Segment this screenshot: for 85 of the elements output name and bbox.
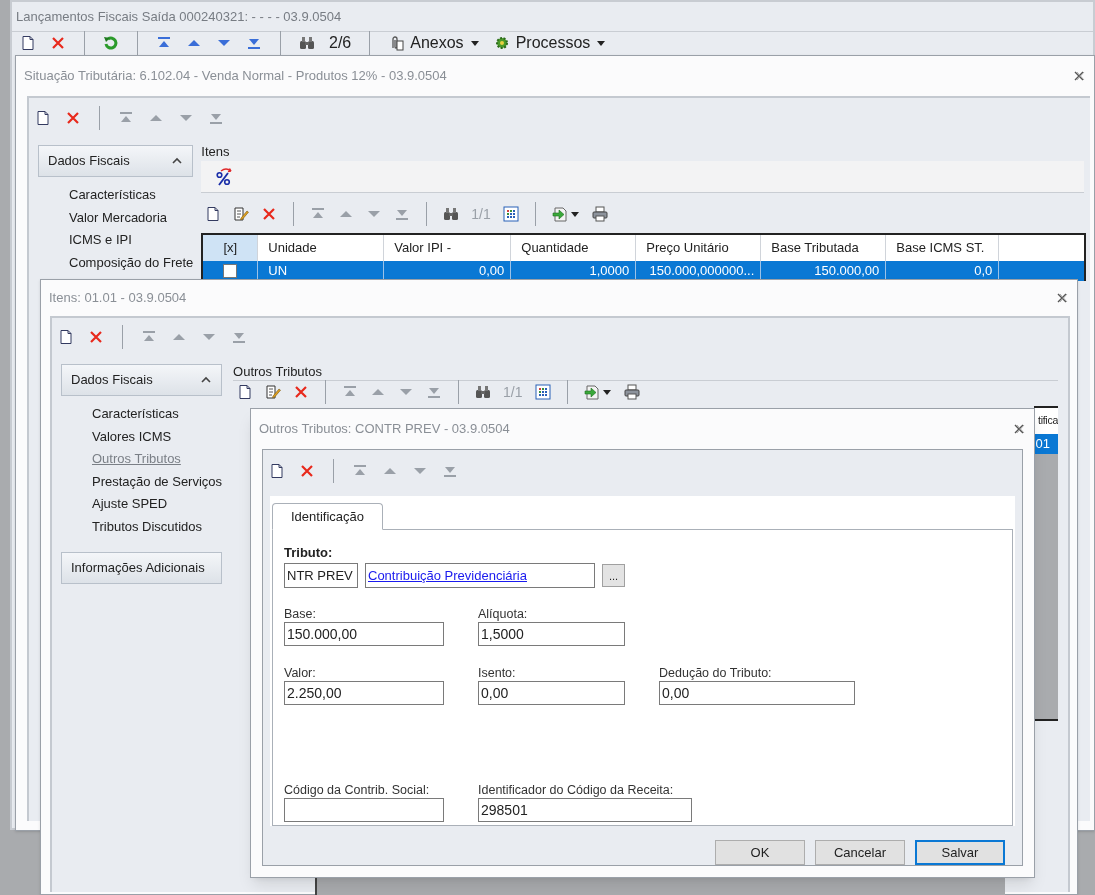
lookup-button[interactable]: ... — [602, 564, 625, 587]
input-field[interactable]: 298501 — [478, 798, 692, 822]
window-title: Outros Tributos: CONTR PREV - 03.9.0504 — [259, 420, 510, 439]
dialog-button[interactable]: Salvar — [915, 840, 1005, 865]
refresh-icon[interactable] — [103, 35, 119, 51]
new-document-icon[interactable] — [58, 329, 74, 345]
input-field[interactable]: 1,5000 — [478, 622, 625, 646]
edit-document-icon[interactable] — [233, 206, 250, 222]
window-title: Itens: 01.01 - 03.9.0504 — [49, 289, 187, 308]
close-icon[interactable] — [1013, 422, 1026, 436]
column-header[interactable]: [x] — [203, 235, 259, 261]
input-field[interactable]: 150.000,00 — [284, 622, 444, 646]
delete-icon[interactable] — [261, 206, 278, 222]
record-counter: 2/6 — [329, 33, 352, 53]
caret-down-icon[interactable] — [469, 38, 480, 48]
input-field[interactable]: 0,00 — [659, 681, 855, 705]
menu-button[interactable]: Anexos — [388, 31, 480, 55]
group-title: Itens — [201, 145, 231, 161]
field-label: Código da Contrib. Social: — [284, 783, 430, 798]
record-counter: 1/1 — [503, 382, 523, 402]
tab[interactable]: Identificação — [272, 503, 383, 530]
section-header[interactable]: Dados Fiscais — [61, 364, 223, 396]
column-header[interactable]: tifica — [1034, 408, 1058, 434]
record-counter: 1/1 — [471, 204, 491, 224]
grid-settings-icon[interactable] — [502, 206, 519, 222]
caret-down-icon[interactable] — [601, 387, 612, 397]
binoculars-icon[interactable] — [299, 35, 315, 51]
window-title: Situação Tributária: 6.102.04 - Venda Normal - Produtos 12% - 03.9.0504 — [24, 67, 447, 86]
gear-icon[interactable] — [493, 35, 510, 51]
printer-icon[interactable] — [623, 384, 640, 400]
binoculars-icon[interactable] — [475, 384, 492, 400]
close-icon[interactable] — [1056, 291, 1069, 305]
nav-link[interactable]: Valores ICMS — [92, 427, 223, 446]
nav-link[interactable]: Características — [92, 405, 223, 424]
dialog-button[interactable]: Cancelar — [815, 840, 905, 865]
field-label: Tributo: — [284, 546, 334, 562]
field-label: Valor: — [284, 666, 316, 681]
section-header[interactable]: Informações Adicionais — [61, 552, 223, 584]
input-field[interactable]: 2.250,00 — [284, 681, 444, 705]
caret-down-icon[interactable] — [569, 209, 580, 219]
delete-icon[interactable] — [299, 463, 315, 479]
printer-icon[interactable] — [591, 206, 608, 222]
window-title: Lançamentos Fiscais Saída 000240321: - - - - 03.9.0504 — [16, 7, 342, 26]
section-header[interactable]: Dados Fiscais — [38, 145, 194, 177]
table-row[interactable]: UN 0,00 1,0000 150.000,000000... 150.000,00 0,0 — [203, 261, 1084, 281]
delete-icon[interactable] — [50, 35, 66, 51]
close-icon[interactable] — [1073, 69, 1086, 83]
new-document-icon[interactable] — [269, 463, 285, 479]
new-document-icon[interactable] — [35, 110, 51, 126]
delete-icon[interactable] — [293, 384, 310, 400]
nav-link[interactable]: Outros Tributos — [92, 450, 223, 469]
binoculars-icon[interactable] — [443, 206, 460, 222]
nav-link[interactable]: Tributos Discutidos — [92, 517, 223, 536]
nav-link[interactable]: Ajuste SPED — [92, 495, 223, 514]
export-icon[interactable] — [551, 206, 568, 222]
input-field[interactable] — [284, 798, 444, 822]
field-label: Alíquota: — [478, 607, 528, 622]
field-label: Dedução do Tributo: — [659, 666, 772, 681]
dialog-button[interactable]: OK — [715, 840, 805, 865]
input-field[interactable]: NTR PREV — [284, 563, 358, 588]
delete-icon[interactable] — [65, 110, 81, 126]
field-label: Identificador do Código da Receita: — [478, 783, 674, 798]
nav-link[interactable]: Composição do Frete — [69, 253, 194, 272]
delete-icon[interactable] — [88, 329, 104, 345]
input-field[interactable]: 0,00 — [478, 681, 625, 705]
new-document-icon[interactable] — [20, 35, 36, 51]
table-cell[interactable]: 01 — [1034, 434, 1058, 454]
export-icon[interactable] — [583, 384, 600, 400]
group-title: Outros Tributos — [233, 364, 1058, 381]
new-document-icon[interactable] — [237, 384, 254, 400]
edit-document-icon[interactable] — [265, 384, 282, 400]
nav-link[interactable]: Prestação de Serviços — [92, 472, 223, 491]
menu-button[interactable]: Processos — [493, 31, 607, 55]
checkbox[interactable] — [223, 264, 238, 278]
field-label: Base: — [284, 607, 316, 622]
nav-link[interactable]: ICMS e IPI — [69, 231, 194, 250]
chevron-up-icon[interactable] — [171, 156, 184, 166]
chevron-up-icon[interactable] — [200, 375, 213, 385]
new-document-icon[interactable] — [205, 206, 222, 222]
grid-settings-icon[interactable] — [534, 384, 551, 400]
caret-down-icon[interactable] — [596, 38, 607, 48]
percent-icon[interactable] — [215, 166, 234, 187]
field-label: Isento: — [478, 666, 516, 681]
nav-link[interactable]: Características — [69, 186, 194, 205]
nav-link[interactable]: Valor Mercadoria — [69, 208, 194, 227]
